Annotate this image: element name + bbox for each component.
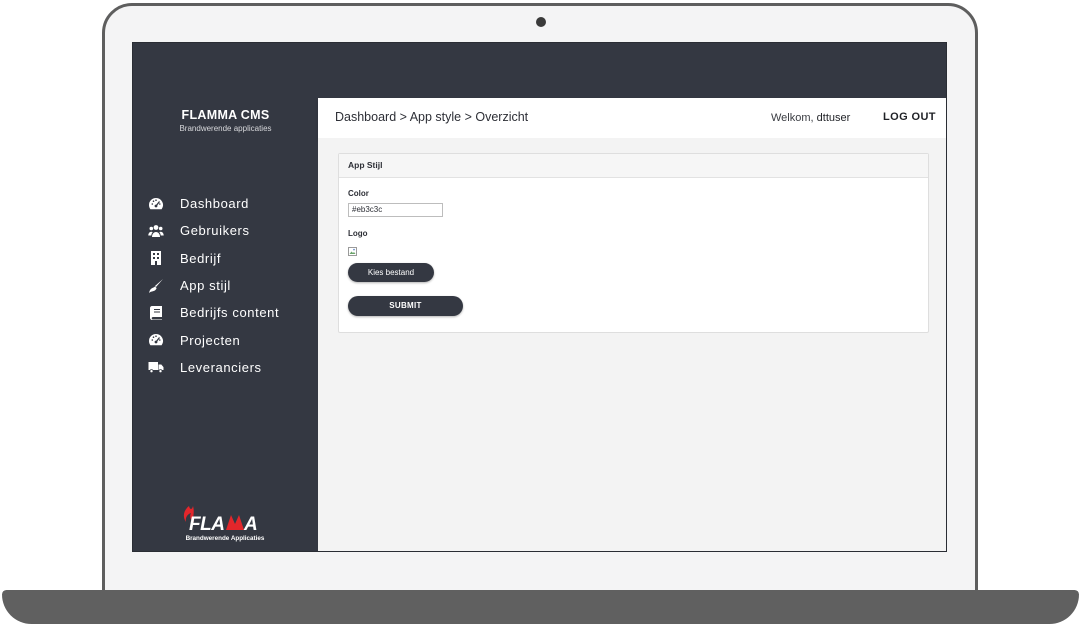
sidebar-item-label: Dashboard: [180, 196, 249, 212]
users-icon: [148, 223, 164, 239]
app-style-panel: App Stijl Color #eb3c3c Logo Kies bestan…: [338, 153, 929, 333]
gauge-icon: [148, 196, 164, 212]
book-icon: [148, 305, 164, 321]
sidebar-item-leveranciers[interactable]: Leveranciers: [133, 354, 318, 381]
sidebar-item-dashboard[interactable]: Dashboard: [133, 190, 318, 217]
sidebar-item-label: Bedrijf: [180, 250, 222, 266]
laptop-base: [2, 590, 1079, 624]
svg-text:FLA: FLA: [189, 514, 224, 535]
sidebar-item-bedrijf[interactable]: Bedrijf: [133, 245, 318, 272]
svg-text:A: A: [243, 514, 258, 535]
truck-icon: [148, 359, 164, 375]
sidebar-item-label: App stijl: [180, 278, 231, 294]
sidebar-item-label: Leveranciers: [180, 359, 262, 375]
welcome-message: Welkom, dttuser: [771, 112, 850, 124]
logo-label: Logo: [348, 229, 368, 238]
top-bar: Dashboard > App style > Overzicht Welkom…: [318, 98, 946, 138]
screen: FLAMMA CMS Brandwerende applicaties Dash…: [132, 42, 947, 552]
sidebar-item-label: Gebruikers: [180, 223, 250, 239]
building-icon: [148, 250, 164, 266]
username: dttuser: [816, 112, 851, 124]
sidebar-nav: Dashboard Gebruikers Bedrijf App stijl B…: [133, 190, 318, 381]
sidebar-item-label: Bedrijfs content: [180, 305, 280, 321]
brand-title: FLAMMA CMS: [181, 108, 270, 122]
sidebar-item-gebruikers[interactable]: Gebruikers: [133, 217, 318, 244]
breadcrumb: Dashboard > App style > Overzicht: [335, 110, 529, 124]
sidebar-item-bedrijfs-content[interactable]: Bedrijfs content: [133, 299, 318, 326]
broken-image-icon: [348, 243, 357, 256]
flamma-logo: FLA A Brandwerende Applicaties: [179, 498, 271, 544]
panel-title: App Stijl: [339, 154, 928, 178]
svg-text:Brandwerende Applicaties: Brandwerende Applicaties: [186, 535, 265, 542]
welcome-prefix: Welkom,: [771, 112, 814, 124]
logout-button[interactable]: LOG OUT: [883, 111, 936, 123]
brand-subtitle: Brandwerende applicaties: [179, 124, 272, 133]
sidebar-item-app-stijl[interactable]: App stijl: [133, 272, 318, 299]
sidebar: FLAMMA CMS Brandwerende applicaties Dash…: [133, 43, 318, 551]
color-label: Color: [348, 189, 369, 198]
choose-file-button[interactable]: Kies bestand: [348, 263, 434, 282]
color-input[interactable]: #eb3c3c: [348, 203, 443, 217]
gauge-icon: [148, 332, 164, 348]
submit-button[interactable]: SUBMIT: [348, 296, 463, 316]
main-content: App Stijl Color #eb3c3c Logo Kies bestan…: [318, 138, 946, 551]
sidebar-item-label: Projecten: [180, 332, 241, 348]
webcam-dot: [536, 17, 546, 27]
brush-icon: [148, 278, 164, 294]
sidebar-item-projecten[interactable]: Projecten: [133, 326, 318, 353]
